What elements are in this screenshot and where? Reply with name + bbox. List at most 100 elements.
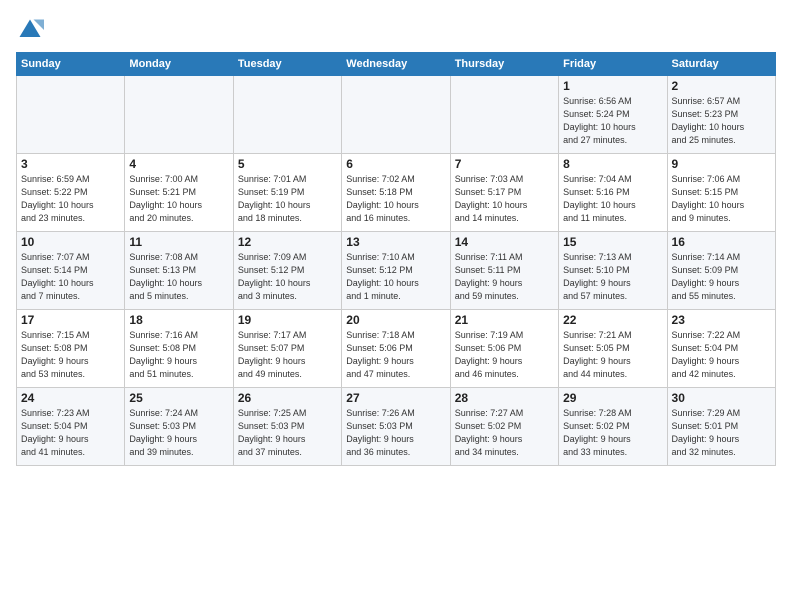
calendar-cell: 7Sunrise: 7:03 AM Sunset: 5:17 PM Daylig… xyxy=(450,154,558,232)
calendar-cell: 1 Sunrise: 6:56 AM Sunset: 5:24 PM Daylig… xyxy=(559,76,667,154)
calendar-cell: 22 Sunrise: 7:21 AM Sunset: 5:05 PM Dayli… xyxy=(559,310,667,388)
calendar-cell: 17 Sunrise: 7:15 AM Sunset: 5:08 PM Dayli… xyxy=(17,310,125,388)
calendar-cell: 18 Sunrise: 7:16 AM Sunset: 5:08 PM Dayli… xyxy=(125,310,233,388)
calendar-cell: 11Sunrise: 7:08 AM Sunset: 5:13 PM Dayli… xyxy=(125,232,233,310)
day-number: 9 xyxy=(672,157,771,171)
day-number: 14 xyxy=(455,235,554,249)
day-number: 16 xyxy=(672,235,771,249)
calendar-cell xyxy=(17,76,125,154)
day-info: Sunrise: 7:10 AM Sunset: 5:12 PM Dayligh… xyxy=(346,251,445,303)
day-number: 1 xyxy=(563,79,662,93)
day-info: Sunrise: 7:17 AM Sunset: 5:07 PM Dayligh… xyxy=(238,329,337,381)
calendar-cell: 15 Sunrise: 7:13 AM Sunset: 5:10 PM Dayli… xyxy=(559,232,667,310)
page-container: SundayMondayTuesdayWednesdayThursdayFrid… xyxy=(0,0,792,474)
calendar-cell: 14 Sunrise: 7:11 AM Sunset: 5:11 PM Dayli… xyxy=(450,232,558,310)
logo xyxy=(16,16,48,44)
day-number: 22 xyxy=(563,313,662,327)
calendar-cell xyxy=(125,76,233,154)
day-number: 18 xyxy=(129,313,228,327)
calendar-week-row: 3 Sunrise: 6:59 AM Sunset: 5:22 PM Daylig… xyxy=(17,154,776,232)
calendar-week-row: 17 Sunrise: 7:15 AM Sunset: 5:08 PM Dayli… xyxy=(17,310,776,388)
day-number: 25 xyxy=(129,391,228,405)
calendar-cell: 30 Sunrise: 7:29 AM Sunset: 5:01 PM Dayli… xyxy=(667,388,775,466)
day-info: Sunrise: 7:26 AM Sunset: 5:03 PM Dayligh… xyxy=(346,407,445,459)
day-info: Sunrise: 7:02 AM Sunset: 5:18 PM Dayligh… xyxy=(346,173,445,225)
day-number: 4 xyxy=(129,157,228,171)
day-number: 21 xyxy=(455,313,554,327)
day-number: 5 xyxy=(238,157,337,171)
weekday-header: Sunday xyxy=(17,53,125,76)
day-number: 26 xyxy=(238,391,337,405)
calendar-cell xyxy=(233,76,341,154)
day-number: 28 xyxy=(455,391,554,405)
day-number: 3 xyxy=(21,157,120,171)
day-number: 6 xyxy=(346,157,445,171)
weekday-header: Monday xyxy=(125,53,233,76)
calendar-cell: 13 Sunrise: 7:10 AM Sunset: 5:12 PM Dayli… xyxy=(342,232,450,310)
calendar-cell: 4 Sunrise: 7:00 AM Sunset: 5:21 PM Daylig… xyxy=(125,154,233,232)
calendar-cell: 12 Sunrise: 7:09 AM Sunset: 5:12 PM Dayli… xyxy=(233,232,341,310)
day-number: 8 xyxy=(563,157,662,171)
day-number: 23 xyxy=(672,313,771,327)
calendar-cell: 20 Sunrise: 7:18 AM Sunset: 5:06 PM Dayli… xyxy=(342,310,450,388)
weekday-header: Saturday xyxy=(667,53,775,76)
day-info: Sunrise: 7:18 AM Sunset: 5:06 PM Dayligh… xyxy=(346,329,445,381)
calendar-cell: 25 Sunrise: 7:24 AM Sunset: 5:03 PM Dayli… xyxy=(125,388,233,466)
day-info: Sunrise: 7:06 AM Sunset: 5:15 PM Dayligh… xyxy=(672,173,771,225)
calendar-header-row: SundayMondayTuesdayWednesdayThursdayFrid… xyxy=(17,53,776,76)
day-number: 10 xyxy=(21,235,120,249)
day-info: Sunrise: 7:27 AM Sunset: 5:02 PM Dayligh… xyxy=(455,407,554,459)
calendar-table: SundayMondayTuesdayWednesdayThursdayFrid… xyxy=(16,52,776,466)
day-info: Sunrise: 7:29 AM Sunset: 5:01 PM Dayligh… xyxy=(672,407,771,459)
calendar-cell: 27 Sunrise: 7:26 AM Sunset: 5:03 PM Dayli… xyxy=(342,388,450,466)
calendar-cell: 8 Sunrise: 7:04 AM Sunset: 5:16 PM Daylig… xyxy=(559,154,667,232)
day-info: Sunrise: 6:59 AM Sunset: 5:22 PM Dayligh… xyxy=(21,173,120,225)
day-number: 20 xyxy=(346,313,445,327)
day-info: Sunrise: 7:01 AM Sunset: 5:19 PM Dayligh… xyxy=(238,173,337,225)
calendar-cell: 16Sunrise: 7:14 AM Sunset: 5:09 PM Dayli… xyxy=(667,232,775,310)
calendar-cell: 6 Sunrise: 7:02 AM Sunset: 5:18 PM Daylig… xyxy=(342,154,450,232)
calendar-cell: 9 Sunrise: 7:06 AM Sunset: 5:15 PM Daylig… xyxy=(667,154,775,232)
day-info: Sunrise: 6:56 AM Sunset: 5:24 PM Dayligh… xyxy=(563,95,662,147)
day-info: Sunrise: 7:19 AM Sunset: 5:06 PM Dayligh… xyxy=(455,329,554,381)
day-info: Sunrise: 7:13 AM Sunset: 5:10 PM Dayligh… xyxy=(563,251,662,303)
day-info: Sunrise: 7:16 AM Sunset: 5:08 PM Dayligh… xyxy=(129,329,228,381)
day-info: Sunrise: 7:07 AM Sunset: 5:14 PM Dayligh… xyxy=(21,251,120,303)
day-number: 24 xyxy=(21,391,120,405)
day-number: 17 xyxy=(21,313,120,327)
day-info: Sunrise: 7:24 AM Sunset: 5:03 PM Dayligh… xyxy=(129,407,228,459)
weekday-header: Tuesday xyxy=(233,53,341,76)
day-number: 15 xyxy=(563,235,662,249)
calendar-cell: 2Sunrise: 6:57 AM Sunset: 5:23 PM Daylig… xyxy=(667,76,775,154)
calendar-week-row: 24Sunrise: 7:23 AM Sunset: 5:04 PM Dayli… xyxy=(17,388,776,466)
calendar-cell: 3 Sunrise: 6:59 AM Sunset: 5:22 PM Daylig… xyxy=(17,154,125,232)
calendar-cell: 28 Sunrise: 7:27 AM Sunset: 5:02 PM Dayli… xyxy=(450,388,558,466)
day-number: 13 xyxy=(346,235,445,249)
calendar-week-row: 1 Sunrise: 6:56 AM Sunset: 5:24 PM Daylig… xyxy=(17,76,776,154)
calendar-cell: 23Sunrise: 7:22 AM Sunset: 5:04 PM Dayli… xyxy=(667,310,775,388)
weekday-header: Wednesday xyxy=(342,53,450,76)
logo-icon xyxy=(16,16,44,44)
calendar-week-row: 10 Sunrise: 7:07 AM Sunset: 5:14 PM Dayli… xyxy=(17,232,776,310)
day-info: Sunrise: 7:09 AM Sunset: 5:12 PM Dayligh… xyxy=(238,251,337,303)
day-info: Sunrise: 7:11 AM Sunset: 5:11 PM Dayligh… xyxy=(455,251,554,303)
calendar-cell: 5 Sunrise: 7:01 AM Sunset: 5:19 PM Daylig… xyxy=(233,154,341,232)
day-number: 19 xyxy=(238,313,337,327)
day-info: Sunrise: 7:00 AM Sunset: 5:21 PM Dayligh… xyxy=(129,173,228,225)
day-number: 2 xyxy=(672,79,771,93)
day-info: Sunrise: 7:25 AM Sunset: 5:03 PM Dayligh… xyxy=(238,407,337,459)
day-number: 29 xyxy=(563,391,662,405)
day-info: Sunrise: 7:21 AM Sunset: 5:05 PM Dayligh… xyxy=(563,329,662,381)
day-number: 30 xyxy=(672,391,771,405)
day-info: Sunrise: 7:04 AM Sunset: 5:16 PM Dayligh… xyxy=(563,173,662,225)
calendar-cell: 29Sunrise: 7:28 AM Sunset: 5:02 PM Dayli… xyxy=(559,388,667,466)
weekday-header: Thursday xyxy=(450,53,558,76)
day-number: 27 xyxy=(346,391,445,405)
day-number: 12 xyxy=(238,235,337,249)
calendar-cell: 19 Sunrise: 7:17 AM Sunset: 5:07 PM Dayli… xyxy=(233,310,341,388)
calendar-cell: 21 Sunrise: 7:19 AM Sunset: 5:06 PM Dayli… xyxy=(450,310,558,388)
day-info: Sunrise: 7:15 AM Sunset: 5:08 PM Dayligh… xyxy=(21,329,120,381)
weekday-header: Friday xyxy=(559,53,667,76)
calendar-cell xyxy=(342,76,450,154)
day-info: Sunrise: 7:08 AM Sunset: 5:13 PM Dayligh… xyxy=(129,251,228,303)
